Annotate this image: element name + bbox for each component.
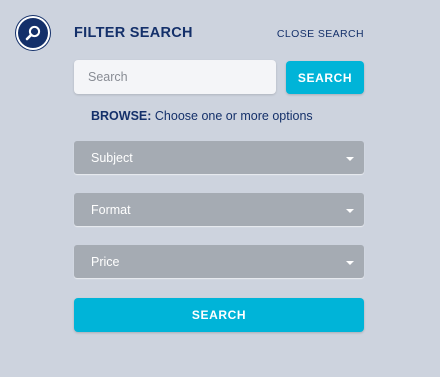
- panel-title: FILTER SEARCH: [74, 25, 193, 41]
- search-badge: [16, 16, 50, 50]
- subject-select-label: Subject: [91, 150, 133, 165]
- close-search-link[interactable]: CLOSE SEARCH: [277, 28, 364, 40]
- format-select-label: Format: [91, 202, 131, 217]
- subject-select[interactable]: Subject: [74, 141, 364, 174]
- browse-hint: Choose one or more options: [154, 109, 313, 123]
- format-select[interactable]: Format: [74, 193, 364, 226]
- magnifier-icon: [25, 25, 41, 41]
- search-input[interactable]: [74, 60, 276, 94]
- submit-search-button[interactable]: SEARCH: [74, 298, 364, 332]
- price-select-label: Price: [91, 254, 120, 269]
- caret-down-icon: [346, 261, 354, 265]
- price-select[interactable]: Price: [74, 245, 364, 278]
- caret-down-icon: [346, 157, 354, 161]
- browse-label: BROWSE:: [91, 109, 152, 123]
- browse-instructions: BROWSE: Choose one or more options: [91, 109, 313, 123]
- caret-down-icon: [346, 209, 354, 213]
- search-button[interactable]: SEARCH: [286, 61, 364, 94]
